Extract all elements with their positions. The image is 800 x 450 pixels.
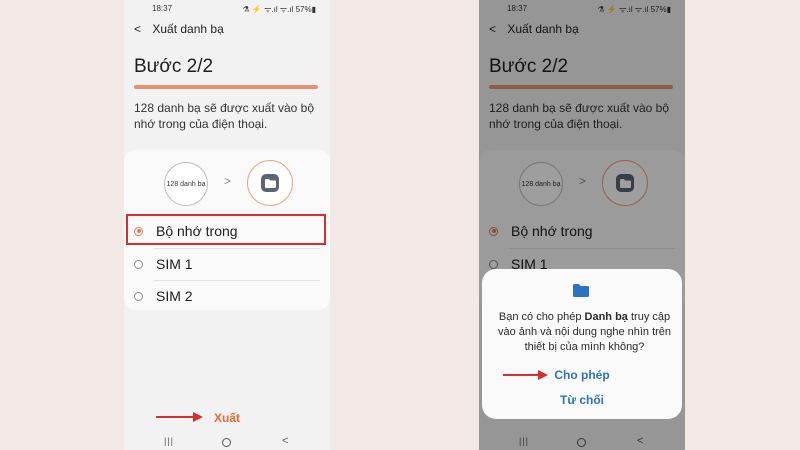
step-progress-bar	[489, 85, 673, 89]
permission-message: Bạn có cho phép Danh bạ truy cập vào ảnh…	[497, 311, 672, 353]
option-internal-storage[interactable]: Bộ nhớ trong	[479, 216, 685, 246]
option-sim2[interactable]: SIM 2	[124, 281, 330, 311]
radio-selected-icon[interactable]	[489, 226, 498, 236]
app-title: Xuất danh bạ	[507, 22, 579, 36]
chevron-right-icon: >	[224, 174, 232, 188]
back-icon[interactable]: <	[489, 22, 496, 36]
option-label: Bộ nhớ trong	[511, 223, 593, 239]
status-icons: ⚗ ⚡ ᯤ.ıl ᯤ.ıl 57%▮	[242, 5, 317, 14]
status-time: 18:37	[507, 4, 528, 13]
status-time: 18:37	[152, 4, 173, 13]
step-title: Bước 2/2	[134, 56, 214, 77]
back-nav-icon[interactable]: <	[637, 435, 643, 447]
storage-circle	[247, 160, 293, 206]
option-label: SIM 2	[156, 288, 193, 304]
radio-icon[interactable]	[134, 259, 143, 269]
status-bar: 18:37 ⚗ ⚡ ᯤ.ıl ᯤ.ıl 57%▮	[479, 0, 685, 20]
app-bar: < Xuất danh bạ	[489, 22, 579, 38]
nav-bar: ||| <	[479, 435, 685, 450]
radio-icon[interactable]	[134, 291, 143, 301]
phone-screen-export: 18:37 ⚗ ⚡ ᯤ.ıl ᯤ.ıl 57%▮ < Xuất danh bạ …	[124, 0, 330, 450]
app-title: Xuất danh bạ	[152, 22, 224, 36]
export-description: 128 danh bạ sẽ được xuất vào bộ nhớ tron…	[489, 101, 670, 131]
recent-apps-icon[interactable]: |||	[164, 436, 174, 446]
permission-dialog: Bạn có cho phép Danh bạ truy cập vào ảnh…	[482, 269, 682, 419]
export-description: 128 danh bạ sẽ được xuất vào bộ nhớ tron…	[134, 101, 315, 131]
nav-bar: ||| <	[124, 435, 330, 450]
highlight-box	[126, 214, 326, 245]
status-icons: ⚗ ⚡ ᯤ.ıl ᯤ.ıl 57%▮	[597, 5, 672, 14]
export-button[interactable]: Xuất	[214, 411, 240, 425]
arrow-icon	[503, 370, 548, 380]
chevron-right-icon: >	[579, 174, 587, 188]
status-bar: 18:37 ⚗ ⚡ ᯤ.ıl ᯤ.ıl 57%▮	[124, 0, 330, 20]
option-sim1[interactable]: SIM 1	[124, 249, 330, 279]
back-nav-icon[interactable]: <	[282, 435, 288, 447]
contact-count-circle: 128 danh bạ	[519, 162, 563, 206]
phone-screen-permission: 18:37 ⚗ ⚡ ᯤ.ıl ᯤ.ıl 57%▮ < Xuất danh bạ …	[479, 0, 685, 450]
arrow-icon	[156, 412, 203, 422]
storage-circle	[602, 160, 648, 206]
deny-button[interactable]: Từ chối	[482, 393, 682, 407]
contact-count-circle: 128 danh bạ	[164, 162, 208, 206]
radio-icon[interactable]	[489, 259, 498, 269]
back-icon[interactable]: <	[134, 22, 141, 36]
home-icon[interactable]	[577, 438, 586, 447]
option-label: SIM 1	[156, 256, 193, 272]
home-icon[interactable]	[222, 438, 231, 447]
step-title: Bước 2/2	[489, 56, 569, 77]
step-progress-bar	[134, 85, 318, 89]
folder-icon	[261, 174, 279, 192]
folder-icon	[616, 174, 634, 192]
folder-icon	[573, 284, 589, 297]
recent-apps-icon[interactable]: |||	[519, 436, 529, 446]
app-bar: < Xuất danh bạ	[134, 22, 224, 38]
